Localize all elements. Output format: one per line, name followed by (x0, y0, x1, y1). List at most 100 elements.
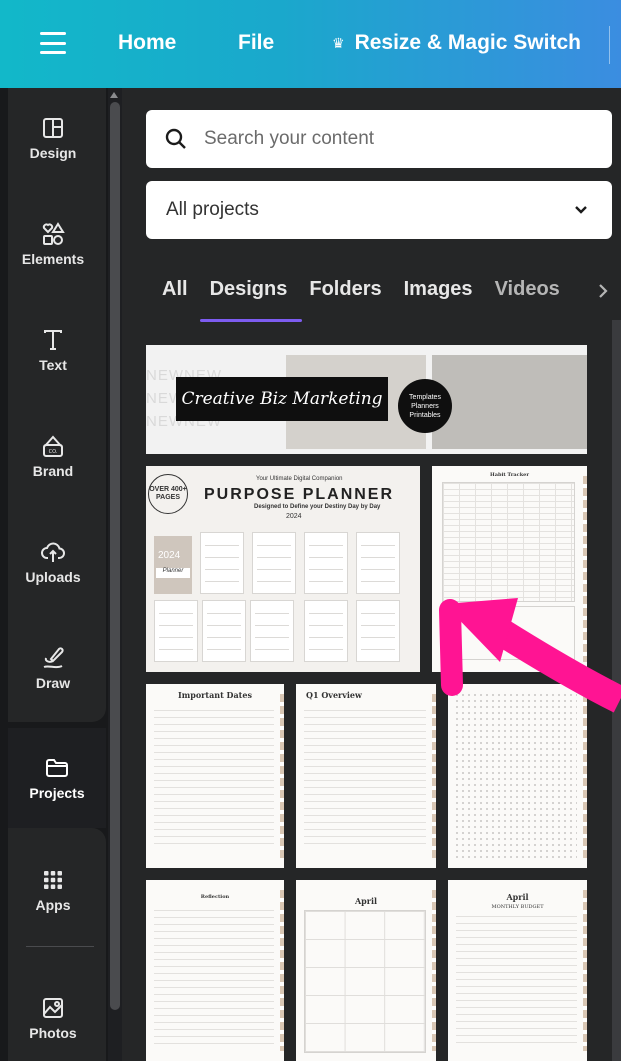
design-thumbnail[interactable]: Reflection (146, 880, 284, 1061)
planner-page (202, 600, 246, 662)
calendar-grid (304, 910, 426, 1053)
cloud-upload-icon (41, 542, 65, 562)
svg-text:CO.: CO. (49, 449, 58, 455)
badge-line: Printables (409, 411, 441, 419)
planner-title: PURPOSE PLANNER (204, 486, 395, 503)
sidebar-item-brand[interactable]: CO. Brand (0, 406, 106, 506)
page-tabs (432, 694, 436, 858)
resize-magic-switch-button[interactable]: ♛ Resize & Magic Switch (332, 31, 581, 55)
sidebar-item-label: Photos (29, 1025, 77, 1041)
sidebar-item-photos[interactable]: Photos (0, 968, 106, 1061)
shapes-icon (42, 222, 65, 245)
tab-images[interactable]: Images (404, 278, 473, 310)
planner-page (356, 600, 400, 662)
dot-grid (454, 692, 577, 860)
planner-page (304, 532, 348, 594)
image-icon (43, 998, 63, 1018)
doc-title: Habit Tracker (490, 472, 529, 478)
design-thumbnail[interactable]: April (296, 880, 436, 1061)
sidebar-item-draw[interactable]: Draw (0, 618, 106, 718)
sidebar-item-projects[interactable]: Projects (8, 728, 106, 828)
home-button[interactable]: Home (118, 31, 176, 55)
pen-icon (43, 647, 64, 669)
filter-value: All projects (166, 199, 259, 220)
doc-lines (154, 710, 274, 850)
cover-word: Planner (156, 568, 190, 578)
sidebar-item-design[interactable]: Design (0, 88, 106, 188)
planner-tagline: Designed to Define your Destiny Day by D… (254, 504, 381, 510)
tab-designs[interactable]: Designs (210, 278, 288, 310)
search-input[interactable] (204, 128, 584, 150)
active-tab-indicator (200, 319, 302, 322)
left-sidebar: Design Elements Text CO. Brand Uploads D… (0, 88, 108, 1061)
doc-title: Important Dates (178, 690, 252, 700)
sidebar-item-label: Projects (29, 785, 85, 801)
banner-script-label: Creative Biz Marketing (176, 377, 388, 421)
sidebar-item-label: Apps (35, 897, 71, 913)
menu-icon[interactable] (40, 32, 66, 54)
sidebar-item-label: Draw (35, 675, 71, 691)
page-tabs (280, 694, 284, 858)
divider (609, 26, 610, 64)
search-box[interactable] (146, 110, 612, 168)
divider (26, 946, 94, 947)
scroll-up-icon[interactable] (110, 92, 118, 98)
planner-subtitle: Your Ultimate Digital Companion (256, 476, 343, 482)
sidebar-item-label: Uploads (25, 569, 81, 585)
notes-box (442, 606, 575, 660)
layout-icon (43, 118, 63, 138)
sidebar-item-label: Design (29, 145, 77, 161)
chevron-down-icon (575, 206, 587, 214)
sidebar-item-label: Elements (21, 251, 85, 267)
folder-icon (46, 759, 68, 777)
apps-grid-icon (44, 871, 62, 889)
sidebar-item-label: Brand (32, 463, 74, 479)
planner-page (252, 532, 296, 594)
design-thumbnail[interactable]: NEWNEW NEWNEW NEWNEW Creative Biz Market… (146, 345, 587, 454)
sidebar-item-uploads[interactable]: Uploads (0, 512, 106, 612)
search-icon (165, 128, 186, 149)
badge-line: Planners (411, 402, 439, 410)
brand-icon: CO. (43, 435, 63, 457)
sidebar-item-label: Text (39, 357, 67, 373)
banner-photo (432, 355, 587, 449)
sidebar-item-apps[interactable]: Apps (0, 840, 106, 940)
pages-badge: OVER 400+ PAGES (148, 474, 188, 514)
page-tabs (432, 890, 436, 1051)
resize-label: Resize & Magic Switch (354, 31, 581, 54)
tab-folders[interactable]: Folders (309, 278, 381, 310)
planner-year: 2024 (286, 513, 302, 520)
tab-all[interactable]: All (162, 278, 188, 310)
planner-page (200, 532, 244, 594)
doc-title: April (506, 892, 529, 902)
page-tabs (583, 890, 587, 1051)
planner-page (250, 600, 294, 662)
sidebar-scroll-thumb[interactable] (110, 102, 120, 1010)
tracker-grid (442, 482, 575, 602)
planner-cover: 2024 Planner (154, 536, 192, 594)
doc-title: April (354, 896, 378, 906)
doc-subtitle: MONTHLY BUDGET (491, 904, 544, 910)
sidebar-item-elements[interactable]: Elements (0, 194, 106, 294)
page-tabs (583, 694, 587, 858)
planner-page (154, 600, 198, 662)
page-tabs (583, 476, 587, 662)
grid-scrollbar[interactable] (612, 320, 621, 1061)
doc-lines (154, 910, 274, 1050)
doc-lines (456, 916, 577, 1049)
text-icon (44, 330, 62, 350)
content-tabs: All Designs Folders Images Videos (162, 278, 582, 310)
projects-filter-select[interactable]: All projects (146, 181, 612, 239)
chevron-right-icon[interactable] (596, 281, 610, 301)
sidebar-item-text[interactable]: Text (0, 300, 106, 400)
file-menu[interactable]: File (238, 31, 274, 55)
tab-videos[interactable]: Videos (495, 278, 560, 310)
design-thumbnail[interactable]: Habit Tracker (432, 466, 587, 672)
design-thumbnail[interactable]: OVER 400+ PAGES Your Ultimate Digital Co… (146, 466, 420, 672)
doc-lines (304, 710, 426, 850)
banner-circle-badge: Templates Planners Printables (398, 379, 452, 433)
design-thumbnail[interactable]: Q1 Overview (296, 684, 436, 868)
design-thumbnail[interactable]: April MONTHLY BUDGET (448, 880, 587, 1061)
design-thumbnail[interactable]: Important Dates (146, 684, 284, 868)
design-thumbnail[interactable] (448, 684, 587, 868)
